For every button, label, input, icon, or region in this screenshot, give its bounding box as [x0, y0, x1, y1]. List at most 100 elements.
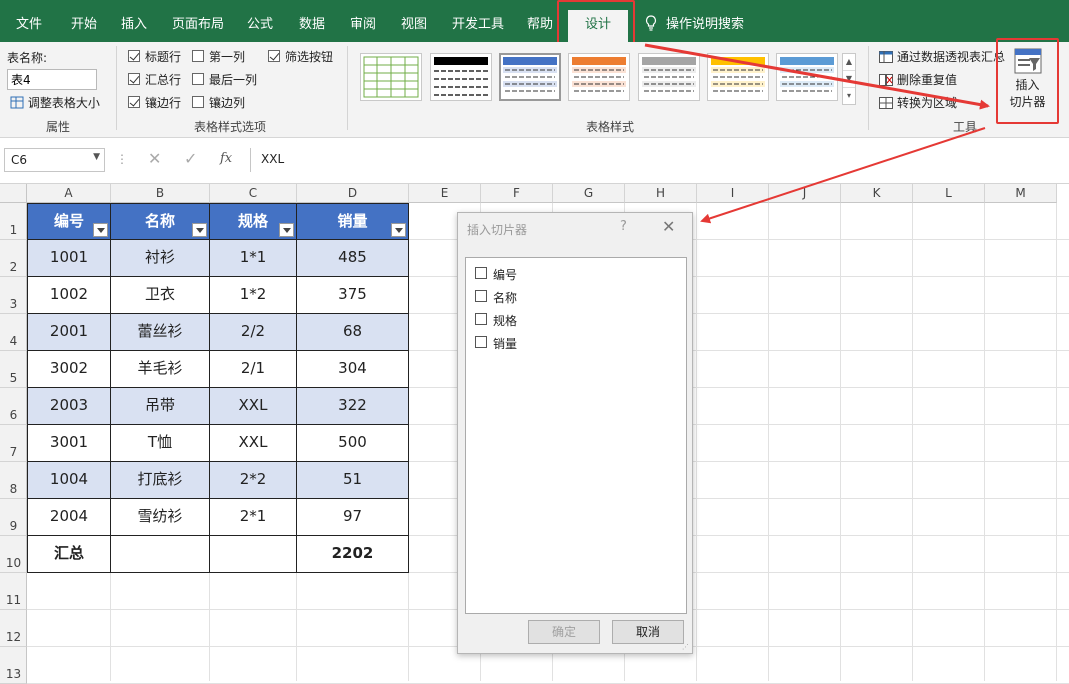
- ok-button[interactable]: 确定: [528, 620, 600, 644]
- column-header-h[interactable]: H: [625, 184, 697, 203]
- tell-me-search[interactable]: 操作说明搜索: [666, 10, 750, 42]
- field-checkbox[interactable]: [475, 290, 487, 302]
- table-cell[interactable]: 3002: [27, 351, 111, 388]
- resize-table-button[interactable]: 调整表格大小: [10, 94, 100, 111]
- remove-duplicates-button[interactable]: 删除重复值: [879, 71, 957, 88]
- table-header-cell[interactable]: 名称: [111, 203, 210, 240]
- table-name-input[interactable]: [7, 69, 97, 90]
- table-cell[interactable]: 51: [297, 462, 409, 499]
- insert-slicer-button[interactable]: 插入 切片器: [996, 38, 1059, 124]
- table-cell[interactable]: 500: [297, 425, 409, 462]
- table-header-cell[interactable]: 规格: [210, 203, 297, 240]
- tab-view[interactable]: 视图: [394, 10, 434, 42]
- table-cell[interactable]: 2001: [27, 314, 111, 351]
- table-cell[interactable]: 1001: [27, 240, 111, 277]
- table-cell[interactable]: 68: [297, 314, 409, 351]
- table-header-cell[interactable]: 销量: [297, 203, 409, 240]
- table-style-yellow[interactable]: [707, 53, 769, 101]
- chevron-down-icon[interactable]: ▼: [93, 152, 100, 162]
- table-cell[interactable]: 3001: [27, 425, 111, 462]
- column-header-c[interactable]: C: [210, 184, 297, 203]
- table-style-gray[interactable]: [638, 53, 700, 101]
- fx-icon[interactable]: fx: [220, 151, 232, 166]
- column-header-b[interactable]: B: [111, 184, 210, 203]
- table-style-blue-selected[interactable]: [499, 53, 561, 101]
- row-header-7[interactable]: 7: [0, 425, 27, 462]
- last-column-checkbox[interactable]: [192, 73, 204, 85]
- table-style-green-light[interactable]: [360, 53, 422, 101]
- tab-formulas[interactable]: 公式: [240, 10, 280, 42]
- table-cell[interactable]: 2004: [27, 499, 111, 536]
- filter-button-checkbox[interactable]: [268, 50, 280, 62]
- tab-home[interactable]: 开始: [62, 10, 106, 42]
- table-cell[interactable]: 羊毛衫: [111, 351, 210, 388]
- tab-developer[interactable]: 开发工具: [446, 10, 510, 42]
- column-header-a[interactable]: A: [27, 184, 111, 203]
- field-checkbox[interactable]: [475, 267, 487, 279]
- summarize-pivot-button[interactable]: 通过数据透视表汇总: [879, 48, 1005, 65]
- row-header-2[interactable]: 2: [0, 240, 27, 277]
- table-cell[interactable]: 1*1: [210, 240, 297, 277]
- banded-rows-checkbox[interactable]: [128, 96, 140, 108]
- filter-dropdown-icon[interactable]: [93, 223, 108, 237]
- field-checkbox[interactable]: [475, 313, 487, 325]
- filter-dropdown-icon[interactable]: [192, 223, 207, 237]
- column-header-l[interactable]: L: [913, 184, 985, 203]
- row-header-13[interactable]: 13: [0, 647, 27, 684]
- tab-file[interactable]: 文件: [8, 10, 50, 42]
- table-cell[interactable]: 97: [297, 499, 409, 536]
- table-cell[interactable]: 375: [297, 277, 409, 314]
- table-cell[interactable]: T恤: [111, 425, 210, 462]
- table-cell[interactable]: 1002: [27, 277, 111, 314]
- help-icon[interactable]: ?: [620, 219, 627, 234]
- tab-insert[interactable]: 插入: [114, 10, 154, 42]
- table-cell[interactable]: 衬衫: [111, 240, 210, 277]
- row-header-1[interactable]: 1: [0, 203, 27, 240]
- filter-dropdown-icon[interactable]: [279, 223, 294, 237]
- table-cell[interactable]: XXL: [210, 425, 297, 462]
- total-row-cell[interactable]: 汇总: [27, 536, 111, 573]
- filter-dropdown-icon[interactable]: [391, 223, 406, 237]
- table-cell[interactable]: 304: [297, 351, 409, 388]
- row-header-12[interactable]: 12: [0, 610, 27, 647]
- close-icon[interactable]: ✕: [662, 217, 675, 236]
- cancel-icon[interactable]: ✕: [148, 149, 161, 168]
- table-cell[interactable]: 2*2: [210, 462, 297, 499]
- column-header-f[interactable]: F: [481, 184, 553, 203]
- column-header-g[interactable]: G: [553, 184, 625, 203]
- field-checkbox[interactable]: [475, 336, 487, 348]
- column-header-m[interactable]: M: [985, 184, 1057, 203]
- table-style-orange[interactable]: [568, 53, 630, 101]
- tab-data[interactable]: 数据: [292, 10, 332, 42]
- total-row-cell[interactable]: 2202: [297, 536, 409, 573]
- tab-page-layout[interactable]: 页面布局: [166, 10, 230, 42]
- table-cell[interactable]: XXL: [210, 388, 297, 425]
- total-row-checkbox[interactable]: [128, 73, 140, 85]
- row-header-10[interactable]: 10: [0, 536, 27, 573]
- column-header-d[interactable]: D: [297, 184, 409, 203]
- tab-review[interactable]: 审阅: [343, 10, 383, 42]
- table-cell[interactable]: 吊带: [111, 388, 210, 425]
- cancel-button[interactable]: 取消: [612, 620, 684, 644]
- header-row-checkbox[interactable]: [128, 50, 140, 62]
- select-all-corner[interactable]: [0, 184, 27, 203]
- banded-columns-checkbox[interactable]: [192, 96, 204, 108]
- name-box[interactable]: C6 ▼: [4, 148, 105, 172]
- row-header-4[interactable]: 4: [0, 314, 27, 351]
- table-style-light-blue[interactable]: [776, 53, 838, 101]
- chevron-up-icon[interactable]: ▲: [843, 54, 855, 71]
- row-header-3[interactable]: 3: [0, 277, 27, 314]
- column-header-j[interactable]: J: [769, 184, 841, 203]
- table-header-cell[interactable]: 编号: [27, 203, 111, 240]
- row-header-8[interactable]: 8: [0, 462, 27, 499]
- table-cell[interactable]: 雪纺衫: [111, 499, 210, 536]
- table-cell[interactable]: 蕾丝衫: [111, 314, 210, 351]
- gallery-more-icon[interactable]: ▾: [843, 88, 855, 105]
- table-style-black[interactable]: [430, 53, 492, 101]
- tab-help[interactable]: 帮助: [520, 10, 560, 42]
- column-header-e[interactable]: E: [409, 184, 481, 203]
- table-cell[interactable]: 2/2: [210, 314, 297, 351]
- row-header-6[interactable]: 6: [0, 388, 27, 425]
- table-cell[interactable]: 打底衫: [111, 462, 210, 499]
- formula-input[interactable]: XXL: [250, 148, 1069, 172]
